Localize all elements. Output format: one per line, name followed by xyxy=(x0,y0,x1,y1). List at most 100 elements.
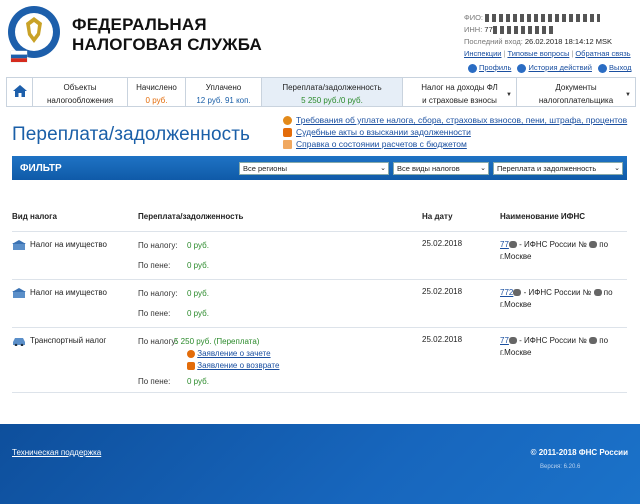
tab-objects-sub: налогообложения xyxy=(46,96,114,105)
refund-claim[interactable]: Заявление о возврате xyxy=(187,361,279,370)
property-icon xyxy=(12,240,26,250)
separator: | xyxy=(503,49,506,58)
ifns-code[interactable]: 77 xyxy=(500,240,509,249)
link-offset-claim[interactable]: Заявление о зачете xyxy=(197,349,270,358)
ifns-code[interactable]: 772 xyxy=(500,288,513,297)
redaction-mark xyxy=(589,241,598,249)
link-budget-reference[interactable]: Справка о состоянии расчетов с бюджетом xyxy=(296,139,467,149)
car-icon xyxy=(13,338,25,346)
filter-label: ФИЛЬТР xyxy=(20,163,62,174)
copyright: © 2011-2018 ФНС России xyxy=(530,448,628,457)
tab-accrued[interactable]: Начислено 0 руб. xyxy=(128,78,186,106)
table-row: Налог на имущество По налогу: 0 руб. По … xyxy=(12,231,627,279)
by-tax-label: По налогу: xyxy=(138,289,178,298)
fio-label: ФИО: xyxy=(464,13,484,22)
by-tax-label: По налогу: xyxy=(138,337,178,346)
tax-name: Налог на имущество xyxy=(30,288,107,298)
exit-icon xyxy=(598,63,608,73)
tax-cell: Транспортный налог xyxy=(12,336,106,346)
tab-ndfl-label: Налог на доходы ФЛ xyxy=(421,83,498,92)
region-select[interactable]: Все регионы ⌄ xyxy=(239,162,389,175)
tab-accrued-sub: 0 руб. xyxy=(145,96,168,105)
filter-bar: ФИЛЬТР Все регионы ⌄ Все виды налогов ⌄ … xyxy=(12,156,627,180)
version: Версия: 6.20.6 xyxy=(540,464,581,470)
link-exit[interactable]: Выход xyxy=(609,63,631,72)
ifns-name: 77 - ИФНС России № по г.Москве xyxy=(500,239,625,263)
brand-title: ФЕДЕРАЛЬНАЯ НАЛОГОВАЯ СЛУЖБА xyxy=(72,15,262,55)
by-penalty-value: 0 руб. xyxy=(187,261,209,270)
tab-ndfl[interactable]: Налог на доходы ФЛ и страховые взносы ▼ xyxy=(403,78,517,106)
status-select[interactable]: Переплата и задолженность ⌄ xyxy=(493,162,623,175)
header: ФЕДЕРАЛЬНАЯ НАЛОГОВАЯ СЛУЖБА ФИО: ИНН: 7… xyxy=(0,0,640,74)
chevron-down-icon: ⌄ xyxy=(380,165,386,172)
table-row: Налог на имущество По налогу: 0 руб. По … xyxy=(12,279,627,327)
link-requirements[interactable]: Требования об уплате налога, сбора, стра… xyxy=(296,115,627,125)
ifns-city: г.Москве xyxy=(500,252,532,261)
tab-paid[interactable]: Уплачено 12 руб. 91 коп. xyxy=(186,78,262,106)
tab-home[interactable] xyxy=(7,78,33,106)
history-icon xyxy=(517,63,527,73)
redaction-mark xyxy=(513,289,522,297)
ifns-code[interactable]: 77 xyxy=(500,336,509,345)
tab-paid-sub: 12 руб. 91 коп. xyxy=(196,96,251,105)
table-row: Транспортный налог По налогу: 5 250 руб.… xyxy=(12,327,627,393)
ifns-suffix: по xyxy=(599,240,609,249)
tax-type-select-value: Все виды налогов xyxy=(397,164,460,173)
link-court-acts[interactable]: Судебные акты о взыскании задолженности xyxy=(296,127,471,137)
tax-cell: Налог на имущество xyxy=(12,240,107,250)
link-refund-claim[interactable]: Заявление о возврате xyxy=(197,361,279,370)
link-support[interactable]: Техническая поддержка xyxy=(12,448,101,457)
tab-objects-label: Объекты xyxy=(63,83,97,92)
requirement-icon xyxy=(283,116,292,126)
by-tax-value: 0 руб. xyxy=(187,289,209,298)
link-faq[interactable]: Типовые вопросы xyxy=(507,49,569,58)
tab-documents-label: Документы xyxy=(555,83,597,92)
tab-objects[interactable]: Объекты налогообложения xyxy=(33,78,128,106)
link-history[interactable]: История действий xyxy=(528,63,591,72)
by-penalty-label: По пене: xyxy=(138,261,171,270)
tab-ndfl-sub: и страховые взносы xyxy=(422,96,497,105)
tax-name: Транспортный налог xyxy=(30,336,107,346)
property-icon xyxy=(12,288,26,298)
main-tabs: Объекты налогообложения Начислено 0 руб.… xyxy=(6,77,636,107)
tab-paid-label: Уплачено xyxy=(205,83,242,92)
ifns-text: - ИФНС России № xyxy=(523,288,592,297)
ifns-city: г.Москве xyxy=(500,348,532,357)
redaction-mark xyxy=(508,337,517,345)
chevron-down-icon: ⌄ xyxy=(480,165,486,172)
page-title: Переплата/задолженность xyxy=(12,124,251,145)
brand-line-1: ФЕДЕРАЛЬНАЯ xyxy=(72,15,207,34)
col-header-ifns: Наименование ИФНС xyxy=(500,212,586,221)
link-inspections[interactable]: Инспекции xyxy=(464,49,501,58)
ifns-text: - ИФНС России № xyxy=(519,336,587,345)
redaction-mark xyxy=(589,337,598,345)
court-icon xyxy=(283,128,292,138)
inn-label: ИНН: xyxy=(464,25,483,34)
ifns-name: 772 - ИФНС России № по г.Москве xyxy=(500,287,625,311)
link-feedback[interactable]: Обратная связь xyxy=(575,49,630,58)
inn-prefix: 77 xyxy=(484,25,493,34)
offset-claim[interactable]: Заявление о зачете xyxy=(187,349,271,358)
redaction-mark xyxy=(508,241,517,249)
tax-name: Налог на имущество xyxy=(30,240,107,250)
chevron-down-icon: ▼ xyxy=(625,92,631,98)
redaction-mark xyxy=(593,289,602,297)
last-login-label: Последний вход: xyxy=(464,37,523,46)
tab-documents[interactable]: Документы налогоплательщика ▼ xyxy=(517,78,635,106)
link-profile[interactable]: Профиль xyxy=(479,63,511,72)
tax-type-select[interactable]: Все виды налогов ⌄ xyxy=(393,162,489,175)
by-penalty-label: По пене: xyxy=(138,309,171,318)
col-header-balance: Переплата/задолженность xyxy=(138,212,244,221)
tab-accrued-label: Начислено xyxy=(136,83,177,92)
document-icon xyxy=(283,140,292,150)
refund-icon xyxy=(187,361,195,370)
col-header-tax: Вид налога xyxy=(12,212,57,221)
tab-overpayment[interactable]: Переплата/задолженность 5 250 руб./0 руб… xyxy=(262,78,403,106)
tab-documents-sub: налогоплательщика xyxy=(538,96,614,105)
inn-redacted xyxy=(492,26,553,35)
date-value: 25.02.2018 xyxy=(422,335,463,344)
chevron-down-icon: ▼ xyxy=(506,92,512,98)
by-penalty-value: 0 руб. xyxy=(187,309,209,318)
profile-icon xyxy=(468,63,477,73)
by-tax-value: 5 250 руб. (Переплата) xyxy=(174,337,260,346)
